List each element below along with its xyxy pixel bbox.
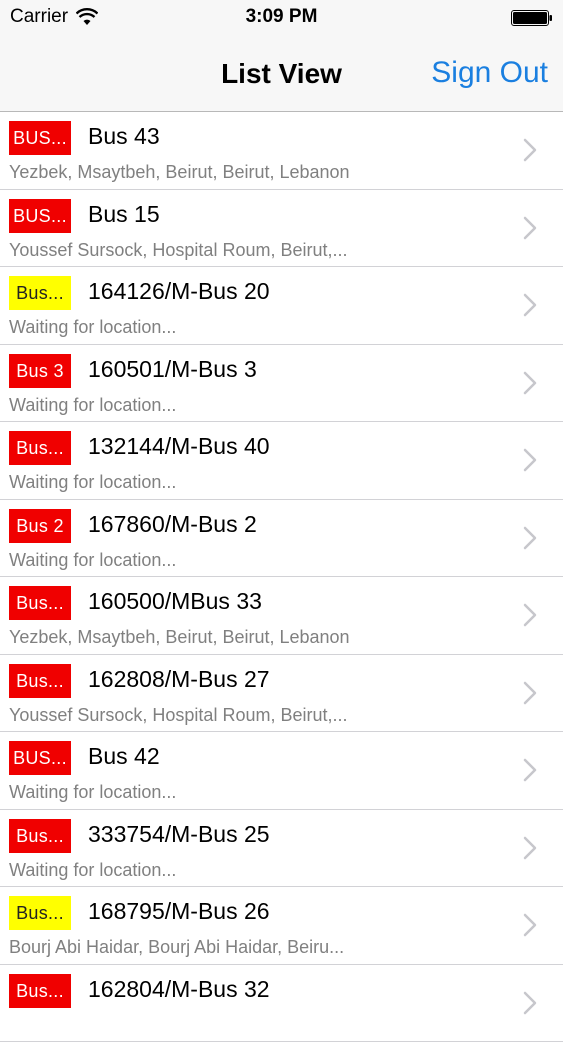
bus-badge: Bus... xyxy=(9,276,71,310)
navigation-bar: List View Sign Out xyxy=(0,38,563,112)
bus-location: Yezbek, Msaytbeh, Beirut, Beirut, Lebano… xyxy=(9,162,409,183)
list-item[interactable]: Bus... 164126/M-Bus 20 Waiting for locatio… xyxy=(0,267,563,345)
bus-badge: BUS... xyxy=(9,121,71,155)
list-item[interactable]: BUS... Bus 42 Waiting for location... xyxy=(0,732,563,810)
bus-location: Waiting for location... xyxy=(9,782,409,803)
chevron-right-icon xyxy=(523,216,537,240)
list-item[interactable]: Bus... 162804/M-Bus 32 xyxy=(0,965,563,1042)
bus-badge: Bus... xyxy=(9,431,71,465)
bus-location: Youssef Sursock, Hospital Roum, Beirut,.… xyxy=(9,705,409,726)
bus-location: Youssef Sursock, Hospital Roum, Beirut,.… xyxy=(9,240,409,261)
list-item[interactable]: BUS... Bus 15 Youssef Sursock, Hospital Ro… xyxy=(0,190,563,268)
status-bar: Carrier 3:09 PM xyxy=(0,0,563,38)
bus-badge: Bus... xyxy=(9,974,71,1008)
chevron-right-icon xyxy=(523,758,537,782)
bus-title: Bus 15 xyxy=(88,201,160,228)
chevron-right-icon xyxy=(523,138,537,162)
bus-title: 162804/M-Bus 32 xyxy=(88,976,270,1003)
bus-title: 168795/M-Bus 26 xyxy=(88,898,270,925)
bus-location: Waiting for location... xyxy=(9,395,409,416)
clock: 3:09 PM xyxy=(0,6,563,28)
bus-title: 160501/M-Bus 3 xyxy=(88,356,257,383)
chevron-right-icon xyxy=(523,371,537,395)
bus-location: Waiting for location... xyxy=(9,472,409,493)
chevron-right-icon xyxy=(523,991,537,1015)
chevron-right-icon xyxy=(523,293,537,317)
bus-badge: BUS... xyxy=(9,199,71,233)
bus-location: Waiting for location... xyxy=(9,550,409,571)
bus-location: Waiting for location... xyxy=(9,860,409,881)
bus-badge: Bus... xyxy=(9,664,71,698)
list-item[interactable]: Bus... 333754/M-Bus 25 Waiting for locatio… xyxy=(0,810,563,888)
list-item[interactable]: Bus... 132144/M-Bus 40 Waiting for locatio… xyxy=(0,422,563,500)
battery-icon xyxy=(511,10,553,26)
bus-badge: Bus... xyxy=(9,586,71,620)
bus-list: BUS... Bus 43 Yezbek, Msaytbeh, Beirut, Be… xyxy=(0,112,563,1042)
chevron-right-icon xyxy=(523,913,537,937)
bus-title: 167860/M-Bus 2 xyxy=(88,511,257,538)
bus-title: 132144/M-Bus 40 xyxy=(88,433,270,460)
bus-location: Yezbek, Msaytbeh, Beirut, Beirut, Lebano… xyxy=(9,627,409,648)
chevron-right-icon xyxy=(523,448,537,472)
bus-title: Bus 43 xyxy=(88,123,160,150)
bus-badge: Bus... xyxy=(9,896,71,930)
chevron-right-icon xyxy=(523,603,537,627)
chevron-right-icon xyxy=(523,681,537,705)
bus-location: Waiting for location... xyxy=(9,317,409,338)
bus-badge: BUS... xyxy=(9,741,71,775)
list-item[interactable]: BUS... Bus 43 Yezbek, Msaytbeh, Beirut, Be… xyxy=(0,112,563,190)
bus-title: Bus 42 xyxy=(88,743,160,770)
bus-title: 160500/MBus 33 xyxy=(88,588,262,615)
chevron-right-icon xyxy=(523,526,537,550)
list-item[interactable]: Bus 2 167860/M-Bus 2 Waiting for location.… xyxy=(0,500,563,578)
list-item[interactable]: Bus... 160500/MBus 33 Yezbek, Msaytbeh, Be… xyxy=(0,577,563,655)
bus-title: 164126/M-Bus 20 xyxy=(88,278,270,305)
bus-badge: Bus 3 xyxy=(9,354,71,388)
sign-out-button[interactable]: Sign Out xyxy=(431,56,548,90)
list-item[interactable]: Bus... 162808/M-Bus 27 Youssef Sursock, Ho… xyxy=(0,655,563,733)
bus-badge: Bus 2 xyxy=(9,509,71,543)
bus-title: 162808/M-Bus 27 xyxy=(88,666,270,693)
bus-title: 333754/M-Bus 25 xyxy=(88,821,270,848)
bus-location: Bourj Abi Haidar, Bourj Abi Haidar, Beir… xyxy=(9,937,409,958)
list-item[interactable]: Bus 3 160501/M-Bus 3 Waiting for location.… xyxy=(0,345,563,423)
bus-badge: Bus... xyxy=(9,819,71,853)
chevron-right-icon xyxy=(523,836,537,860)
list-item[interactable]: Bus... 168795/M-Bus 26 Bourj Abi Haidar, B… xyxy=(0,887,563,965)
